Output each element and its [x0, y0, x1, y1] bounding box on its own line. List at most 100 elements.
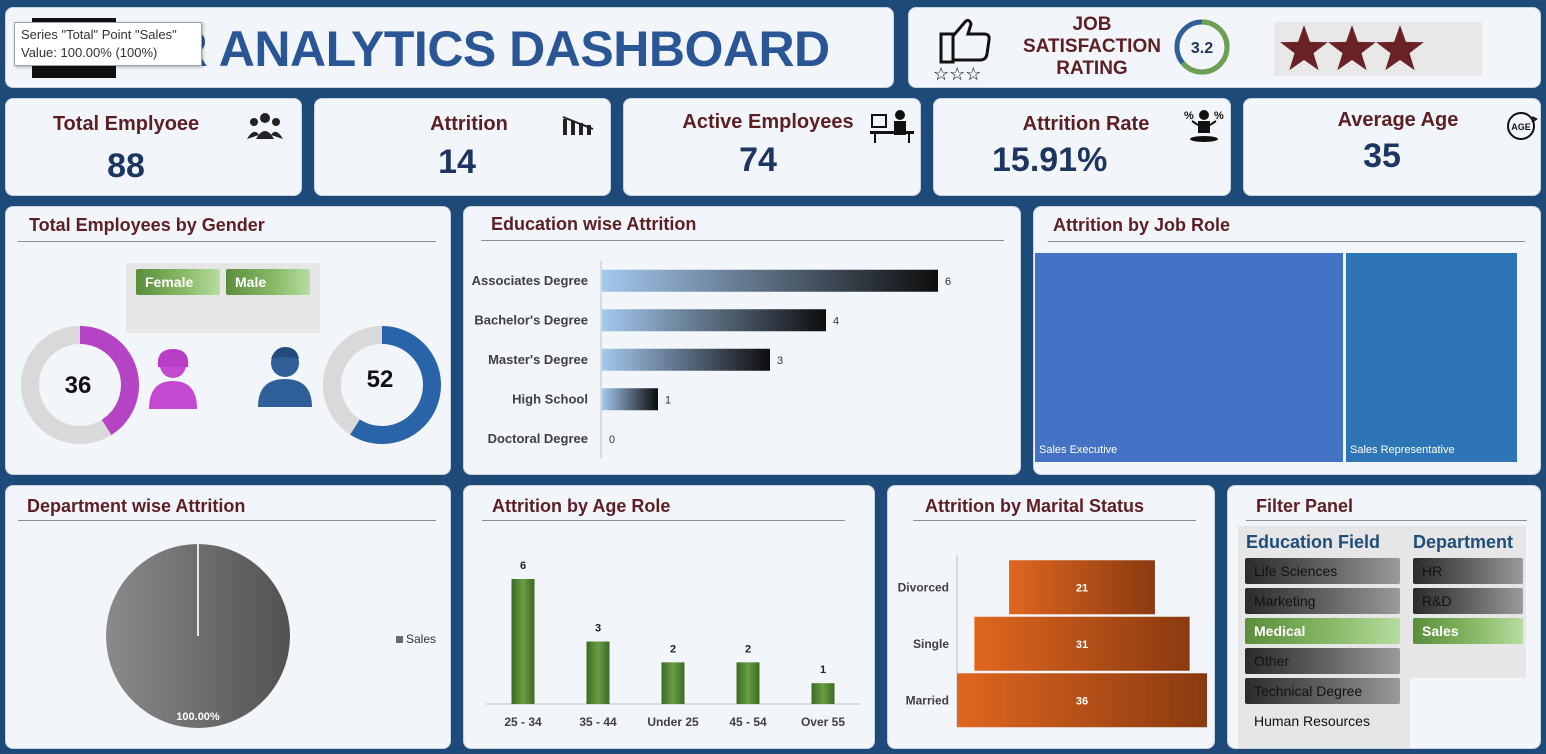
data-label: 31 — [1076, 639, 1088, 651]
kpi-value: 88 — [107, 147, 145, 185]
category-label: Over 55 — [801, 715, 845, 729]
data-label: 0 — [609, 434, 615, 446]
chart-tooltip: Series "Total" Point "Sales" Value: 100.… — [14, 22, 202, 66]
age-bar[interactable] — [661, 662, 685, 704]
rating-gauge: 3.2 — [1174, 19, 1230, 75]
title-underline — [482, 520, 845, 521]
treemap-tile-sales-executive[interactable]: Sales Executive — [1035, 253, 1343, 462]
section-title: Attrition by Age Role — [492, 496, 671, 516]
treemap-label: Sales Executive — [1039, 444, 1118, 456]
rating-star-icon — [1328, 25, 1376, 71]
kpi-card-attrition: Attrition 14 — [314, 98, 611, 196]
education-slicer-item[interactable]: Other — [1245, 648, 1400, 674]
data-label: 3 — [595, 623, 601, 635]
department-slicer-item[interactable]: HR — [1413, 558, 1523, 584]
male-person-icon — [258, 347, 312, 407]
marital-funnel-chart: 21 Divorced 31 Single 36 Married — [898, 555, 1207, 728]
job-satisfaction-label-line3: RATING — [1056, 58, 1128, 79]
male-count: 52 — [367, 366, 394, 393]
tooltip-line-1: Series "Total" Point "Sales" — [21, 27, 177, 42]
category-label: Bachelor's Degree — [474, 312, 588, 327]
kpi-card-attrition-rate: Attrition Rate 15.91% % % — [933, 98, 1231, 196]
title-underline — [481, 240, 1004, 241]
dashboard-title: HR ANALYTICS DASHBOARD — [136, 21, 830, 77]
category-label: High School — [512, 391, 588, 406]
category-label: Associates Degree — [472, 273, 588, 288]
gender-card: Total Employees by Gender Female Male 36… — [5, 206, 451, 475]
department-slicer-item[interactable]: R&D — [1413, 588, 1523, 614]
data-label: 6 — [520, 560, 526, 572]
category-label: 35 - 44 — [579, 715, 617, 729]
data-label: 1 — [820, 664, 826, 676]
age-bar[interactable] — [586, 641, 610, 705]
employee-at-desk-icon — [870, 110, 914, 143]
data-label: 4 — [833, 315, 839, 327]
age-bar[interactable] — [811, 683, 835, 704]
female-donut-chart: 36 — [21, 326, 139, 444]
svg-text:AGE: AGE — [1511, 122, 1531, 132]
section-title: Department wise Attrition — [27, 496, 246, 516]
kpi-label: Total Emplyoee — [52, 113, 200, 135]
section-title: Filter Panel — [1256, 496, 1354, 516]
gender-filter-female[interactable]: Female — [136, 269, 220, 295]
kpi-value: 74 — [739, 141, 777, 179]
job-satisfaction-label-line1: JOB — [1072, 14, 1112, 35]
department-slicer-title: Department — [1413, 532, 1514, 552]
section-title: Total Employees by Gender — [29, 215, 265, 235]
category-label: 25 - 34 — [504, 715, 542, 729]
category-label: Divorced — [898, 580, 949, 594]
education-slicer-item[interactable]: Medical — [1245, 618, 1400, 644]
education-slicer-item[interactable]: Technical Degree — [1245, 678, 1400, 704]
female-count: 36 — [65, 372, 92, 399]
gender-filter-male[interactable]: Male — [226, 269, 310, 295]
data-label: 1 — [665, 394, 671, 406]
legend-label-sales: Sales — [406, 632, 437, 646]
kpi-card-average-age: Average Age 35 AGE — [1243, 98, 1541, 196]
education-slicer-item[interactable]: Marketing — [1245, 588, 1400, 614]
title-underline — [18, 520, 436, 521]
data-label: 3 — [777, 355, 783, 367]
gender-slicer: Female Male — [126, 263, 320, 333]
job-satisfaction-card: ☆☆☆ JOB SATISFACTION RATING 3.2 — [908, 7, 1541, 88]
category-label: Single — [913, 637, 949, 651]
jobrole-card: Attrition by Job Role Sales Executive Sa… — [1033, 206, 1541, 475]
category-label: Master's Degree — [488, 352, 588, 367]
category-label: Married — [906, 693, 949, 707]
education-bar[interactable] — [602, 348, 770, 371]
education-bar[interactable] — [602, 309, 826, 332]
male-donut-chart: 52 — [323, 326, 441, 444]
rating-star-icon — [1376, 25, 1424, 71]
tooltip-line-2: Value: 100.00% (100%) — [21, 45, 158, 60]
department-slicer-item[interactable]: Sales — [1413, 618, 1523, 644]
age-bar[interactable] — [736, 662, 760, 704]
education-slicer-item[interactable]: Life Sciences — [1245, 558, 1400, 584]
category-label: 45 - 54 — [729, 715, 767, 729]
treemap-tile-sales-representative[interactable]: Sales Representative — [1346, 253, 1517, 462]
legend-swatch — [396, 636, 403, 643]
declining-people-icon — [562, 116, 594, 135]
age-card: Attrition by Age Role 6 25 - 34 3 35 - 44 2 U… — [463, 485, 875, 749]
title-underline — [1048, 241, 1525, 242]
department-pie-chart: 100.00% — [106, 544, 290, 728]
education-slicer: Education Field Life Sciences Marketing Me… — [1238, 526, 1410, 748]
kpi-label: Active Employees — [682, 111, 854, 133]
treemap-label: Sales Representative — [1350, 444, 1455, 456]
education-bar[interactable] — [602, 269, 938, 292]
marital-card: Attrition by Marital Status 21 Divorced 31… — [887, 485, 1215, 749]
section-title: Attrition by Marital Status — [925, 496, 1145, 516]
title-underline — [1246, 520, 1527, 521]
svg-text:%: % — [1184, 110, 1194, 122]
kpi-card-active-employees: Active Employees 74 — [623, 98, 921, 196]
section-title: Attrition by Job Role — [1053, 215, 1230, 235]
percentage-person-icon: % % — [1184, 110, 1224, 142]
education-bar-chart: Associates Degree 6 Bachelor's Degree 4 Mast… — [472, 261, 951, 459]
svg-text:☆☆☆: ☆☆☆ — [933, 64, 981, 82]
kpi-card-total-employee: Total Emplyoee 88 — [5, 98, 302, 196]
data-label: 21 — [1076, 582, 1088, 594]
education-slicer-item[interactable]: Human Resources — [1245, 708, 1400, 734]
age-bar[interactable] — [511, 579, 535, 704]
section-title: Education wise Attrition — [491, 214, 697, 234]
education-bar[interactable] — [602, 388, 658, 411]
category-label: Under 25 — [647, 715, 699, 729]
education-slicer-title: Education Field — [1246, 532, 1381, 552]
